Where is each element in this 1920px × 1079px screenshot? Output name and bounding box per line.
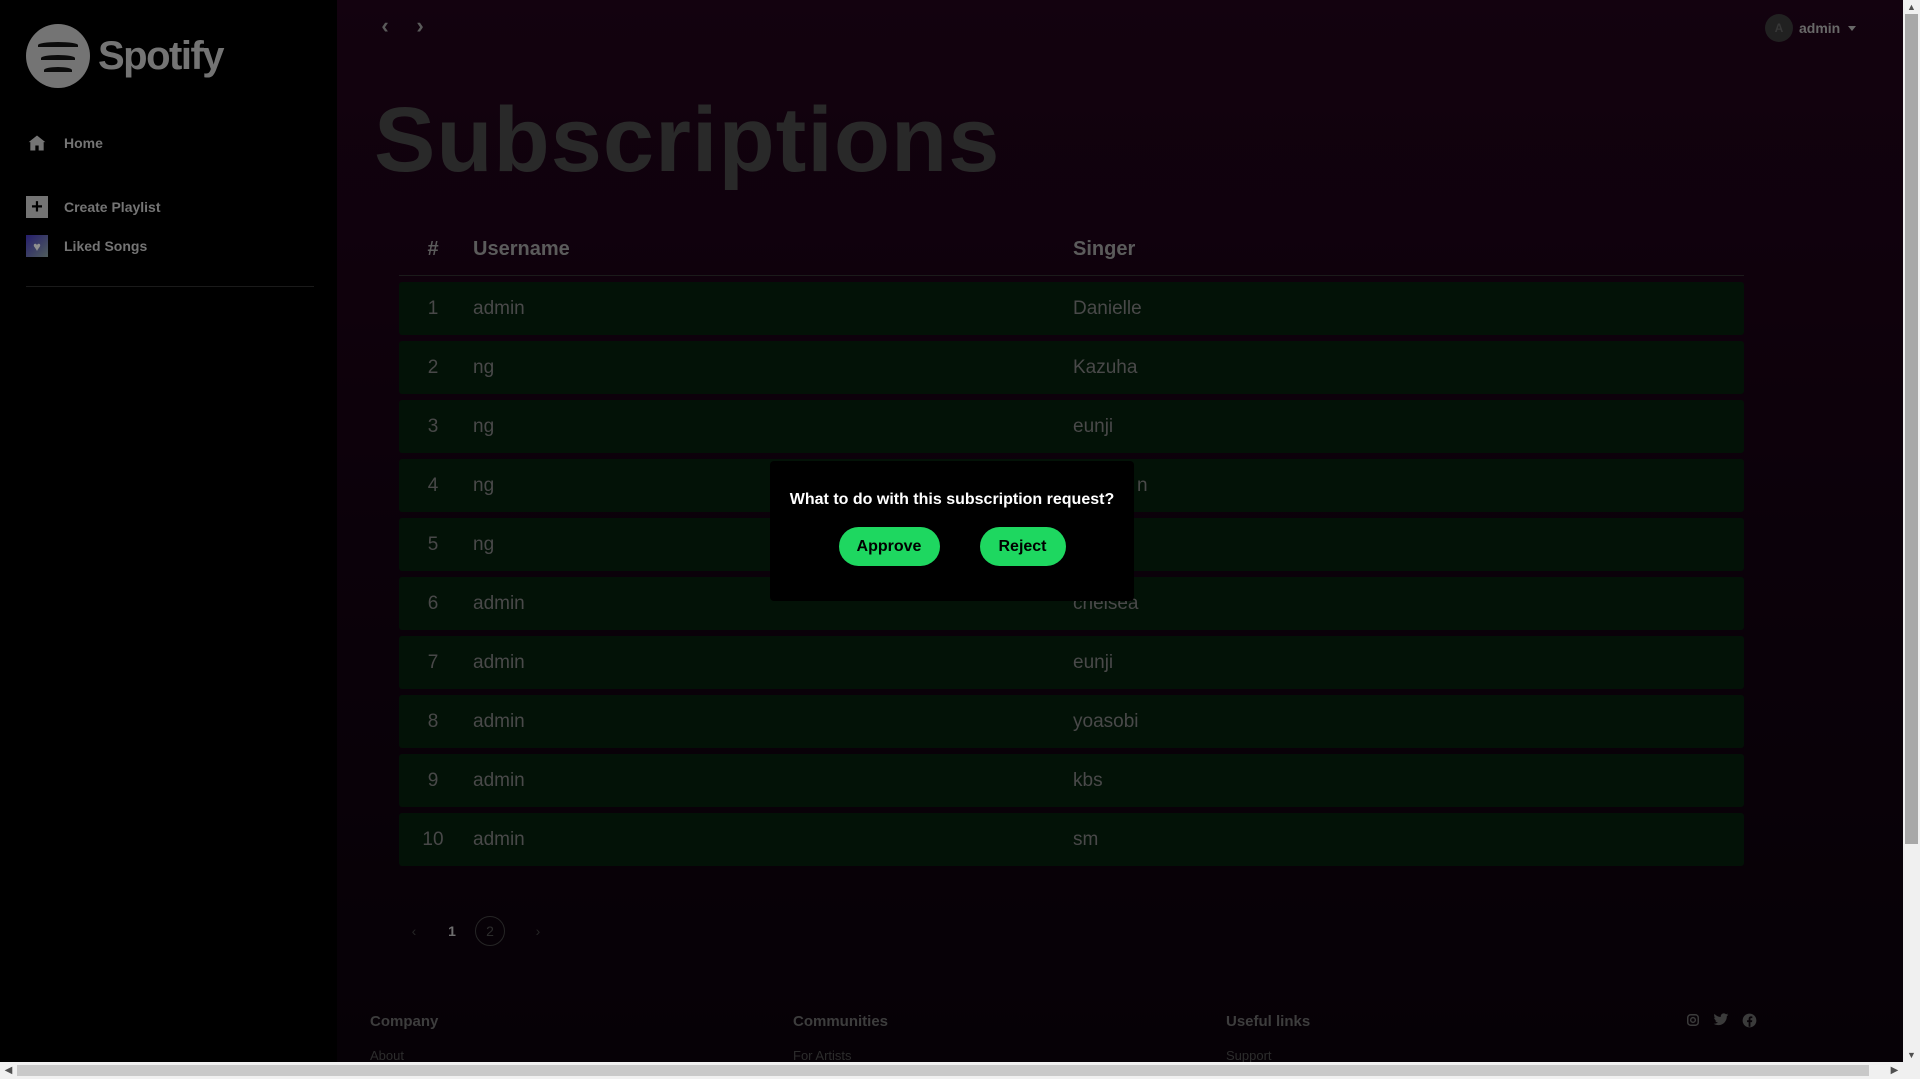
scroll-down-icon[interactable]: ▼ [1903,1048,1920,1062]
dialog-title: What to do with this subscription reques… [789,491,1115,508]
dialog-actions: Approve Reject [770,527,1134,566]
scroll-right-icon[interactable]: ▶ [1886,1062,1903,1079]
scroll-left-icon[interactable]: ◀ [0,1062,17,1079]
reject-button[interactable]: Reject [979,527,1066,566]
subscription-request-dialog: What to do with this subscription reques… [770,461,1134,601]
approve-button[interactable]: Approve [838,527,940,566]
vertical-scrollbar[interactable]: ▲ ▼ [1903,0,1920,1062]
vertical-scrollbar-thumb[interactable] [1905,14,1918,844]
scrollbar-corner [1903,1062,1920,1079]
horizontal-scrollbar-thumb[interactable] [17,1065,1869,1076]
horizontal-scrollbar[interactable]: ◀ ▶ [0,1062,1903,1079]
scroll-up-icon[interactable]: ▲ [1903,0,1920,14]
